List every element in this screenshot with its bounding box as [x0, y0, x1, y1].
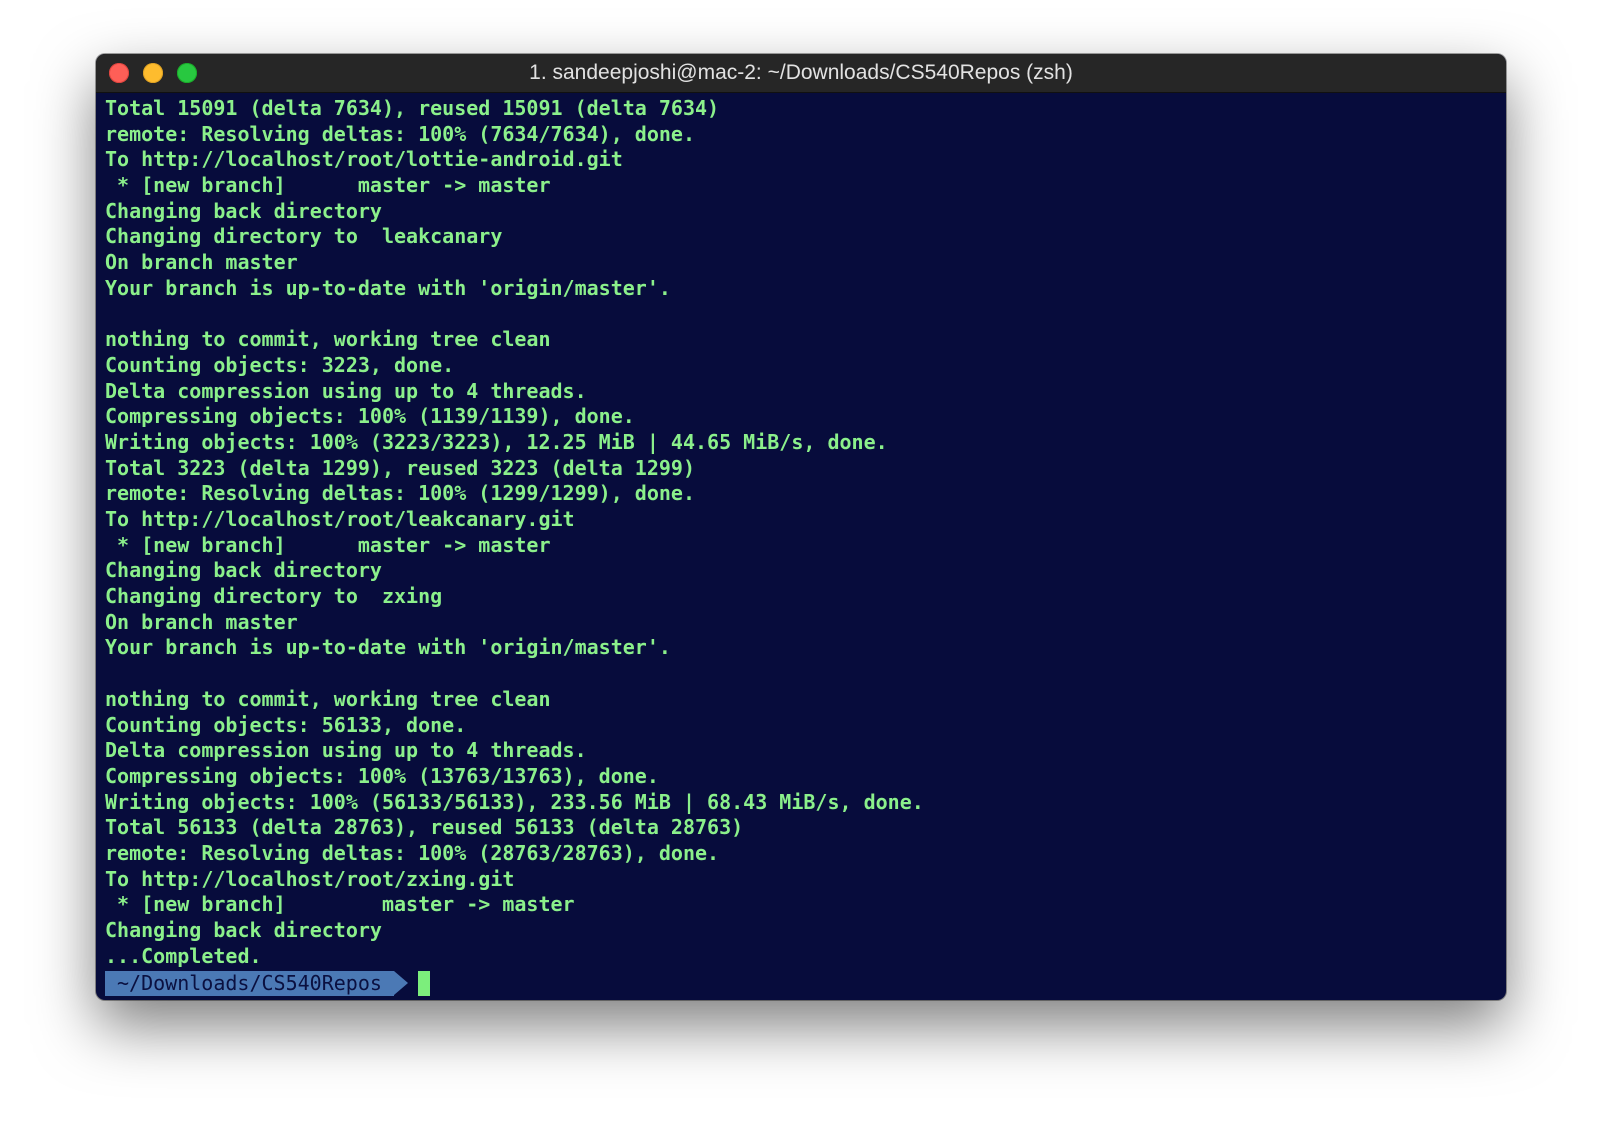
terminal-line: Total 56133 (delta 28763), reused 56133 …: [105, 815, 744, 840]
text-cursor: [417, 970, 430, 996]
terminal-window: 1. sandeepjoshi@mac-2: ~/Downloads/CS540…: [96, 54, 1506, 1000]
terminal-line: Counting objects: 56133, done.: [105, 712, 467, 737]
terminal-line: nothing to commit, working tree clean: [105, 327, 551, 352]
title-bar[interactable]: 1. sandeepjoshi@mac-2: ~/Downloads/CS540…: [96, 54, 1506, 93]
terminal-line: Your branch is up-to-date with 'origin/m…: [105, 635, 671, 660]
terminal-line: Total 15091 (delta 7634), reused 15091 (…: [105, 96, 720, 120]
prompt-arrow-icon: [393, 971, 408, 996]
terminal-line: nothing to commit, working tree clean: [105, 686, 551, 711]
terminal-line: Changing directory to leakcanary: [105, 224, 503, 249]
terminal-line: To http://localhost/root/leakcanary.git: [105, 507, 575, 531]
terminal-line: Changing directory to zxing: [105, 584, 443, 609]
terminal-line: Writing objects: 100% (56133/56133), 233…: [105, 789, 924, 814]
terminal-line: To http://localhost/root/lottie-android.…: [105, 147, 623, 172]
window-title: 1. sandeepjoshi@mac-2: ~/Downloads/CS540…: [529, 61, 1073, 84]
terminal-line: Writing objects: 100% (3223/3223), 12.25…: [105, 429, 888, 454]
terminal-line: Counting objects: 3223, done.: [105, 352, 455, 377]
terminal-line: On branch master: [105, 609, 298, 634]
terminal-line: * [new branch] master -> master: [105, 532, 551, 557]
prompt-path: ~/Downloads/CS540Repos: [105, 970, 394, 996]
output-lines: Total 15091 (delta 7634), reused 15091 (…: [105, 96, 1506, 969]
prompt-line[interactable]: ~/Downloads/CS540Repos: [105, 970, 1506, 996]
terminal-line: Compressing objects: 100% (13763/13763),…: [105, 763, 659, 788]
terminal-line: * [new branch] master -> master: [105, 892, 575, 917]
terminal-line: Delta compression using up to 4 threads.: [105, 378, 587, 403]
terminal-line: Compressing objects: 100% (1139/1139), d…: [105, 404, 635, 429]
terminal-line: Changing back directory: [105, 918, 382, 942]
terminal-line: ...Completed.: [105, 943, 262, 968]
terminal-line: * [new branch] master -> master: [105, 173, 551, 198]
terminal-line: Changing back directory: [105, 558, 382, 583]
terminal-line: On branch master: [105, 250, 298, 275]
terminal-line: Total 3223 (delta 1299), reused 3223 (de…: [105, 455, 696, 480]
terminal-output[interactable]: Total 15091 (delta 7634), reused 15091 (…: [96, 93, 1506, 996]
terminal-line: remote: Resolving deltas: 100% (7634/763…: [105, 121, 696, 146]
terminal-line: Changing back directory: [105, 198, 382, 223]
terminal-line: remote: Resolving deltas: 100% (1299/129…: [105, 481, 696, 506]
terminal-line: remote: Resolving deltas: 100% (28763/28…: [105, 840, 720, 865]
terminal-line: Delta compression using up to 4 threads.: [105, 738, 587, 763]
terminal-line: Your branch is up-to-date with 'origin/m…: [105, 275, 671, 300]
terminal-line: To http://localhost/root/zxing.git: [105, 866, 515, 891]
